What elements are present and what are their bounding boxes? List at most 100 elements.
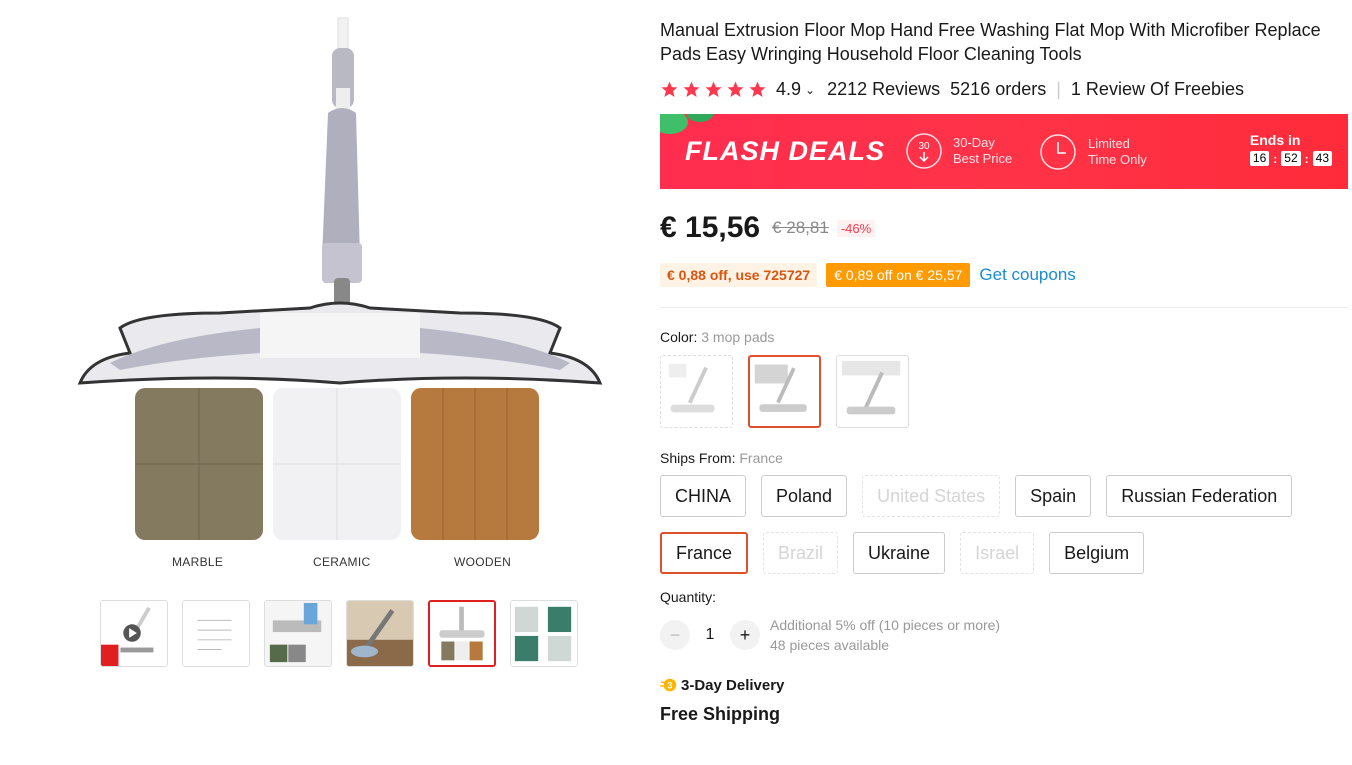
use-thumbnail-image [347,601,413,666]
original-price: € 28,81 [772,218,829,237]
rating-row: 4.9 ⌄ 2212 Reviews 5216 orders | 1 Revie… [660,79,1348,100]
quantity-stepper: − 1 + Additional 5% off (10 pieces or mo… [660,615,1348,655]
pads-thumbnail-image [265,601,331,666]
countdown-seconds: 43 [1312,151,1332,166]
ship-option-belgium[interactable]: Belgium [1049,532,1145,574]
best-price-feature: 30 30-Day Best Price [905,132,1012,170]
color-value: 3 mop pads [701,329,775,345]
countdown-minutes: 52 [1281,151,1301,166]
video-thumbnail-image [101,601,167,666]
ship-option-russian-federation[interactable]: Russian Federation [1106,475,1293,517]
product-info: Manual Extrusion Floor Mop Hand Free Was… [660,18,1348,725]
flash-deals-title: FLASH DEALS [685,136,885,166]
limited-time-feature: Limited Time Only [1038,132,1147,172]
dimensions-thumbnail-image [183,601,249,666]
coupon-row: € 0,88 off, use 725727 € 0,89 off on € 2… [660,263,1348,287]
product-page: MARBLE CERAMIC WOODEN Manual Extrusion F… [0,0,1352,765]
limited-time-line1: Limited [1088,136,1130,151]
ship-option-china[interactable]: CHINA [660,475,747,517]
best-price-line1: 30-Day [953,135,995,150]
quantity-input[interactable]: 1 [690,626,730,644]
star-icon [683,81,700,98]
color-option-3[interactable] [836,355,909,428]
ships-from-value: France [739,450,783,466]
ship-option-ukraine[interactable]: Ukraine [853,532,946,574]
ship-option-spain[interactable]: Spain [1015,475,1092,517]
delivery-icon: 3 [660,678,677,692]
reviews-link[interactable]: 2212 Reviews [827,79,940,100]
ship-option-israel[interactable]: Israel [960,532,1035,574]
ship-option-poland[interactable]: Poland [761,475,848,517]
color-label: Color: 3 mop pads [660,329,1348,345]
get-coupons-link[interactable]: Get coupons [979,265,1075,285]
floor-label-ceramic: CERAMIC [313,555,371,569]
store-coupon[interactable]: € 0,89 off on € 25,57 [826,263,971,287]
quantity-label: Quantity: [660,589,717,605]
star-icon [661,81,678,98]
delivery-badge: 3 3-Day Delivery [660,676,1348,694]
thumbnail-use[interactable] [346,600,414,667]
quantity-increase-button[interactable]: + [730,620,760,650]
ships-from-row: CHINA Poland United States Spain Russian… [660,475,1348,517]
color-option-2-image [754,364,807,412]
price-guarantee-days: 30 [918,141,930,152]
colon-separator: : [1273,151,1278,166]
price-guarantee-icon: 30 [906,133,942,169]
star-icon [749,81,766,98]
ship-option-france[interactable]: France [660,532,749,574]
thumbnail-dimensions[interactable] [182,600,250,667]
divider [660,307,1348,308]
color-option-3-image [841,360,901,415]
rating-value[interactable]: 4.9 [776,79,801,100]
floor-label-marble: MARBLE [172,555,224,569]
color-option-1[interactable] [660,355,733,428]
current-price: € 15,56 [660,211,761,244]
rating-stars[interactable] [660,80,767,99]
steps-thumbnail-image [511,601,577,666]
free-shipping: Free Shipping [660,704,781,724]
delivery-text: 3-Day Delivery [681,676,785,694]
ship-option-brazil[interactable]: Brazil [763,532,839,574]
star-icon [727,81,744,98]
thumbnail-pads[interactable] [264,600,332,667]
code-coupon[interactable]: € 0,88 off, use 725727 [660,263,818,287]
color-options [660,355,1348,428]
ship-option-united-states[interactable]: United States [862,475,1001,517]
ships-from-options: CHINA Poland United States Spain Russian… [660,475,1348,574]
clock-icon [1040,134,1076,170]
best-price-line2: Best Price [953,151,1013,166]
ends-in-label: Ends in [1249,132,1301,148]
countdown-hours: 16 [1249,151,1270,166]
color-option-2[interactable] [748,355,821,428]
main-product-image[interactable] [60,8,620,588]
thumbnail-floors[interactable] [428,600,496,667]
countdown: Ends in 16 : 52 : 43 [1249,132,1332,166]
chevron-down-icon[interactable]: ⌄ [805,83,815,97]
ships-from-row: France Brazil Ukraine Israel Belgium [660,532,1348,574]
svg-text:3: 3 [667,681,672,691]
limited-time-line2: Time Only [1088,152,1147,167]
flash-deals-banner: FLASH DEALS 30 30-Day Best Price Limited… [660,114,1348,189]
bulk-discount-note: Additional 5% off (10 pieces or more) [770,617,1001,633]
thumbnail-video[interactable] [100,600,168,667]
orders-count: 5216 orders [950,79,1047,99]
mop-illustration [77,17,603,540]
star-icon [705,81,722,98]
price-row: € 15,56 € 28,81 -46% [660,211,1348,245]
limited-time-text: Limited Time Only [1088,136,1147,168]
color-option-1-image [668,363,715,413]
thumbnail-steps[interactable] [510,600,578,667]
stock-available: 48 pieces available [770,637,890,653]
ships-from-label: Ships From: France [660,450,1348,466]
quantity-decrease-button[interactable]: − [660,620,690,650]
floor-label-wooden: WOODEN [454,555,512,569]
thumbnail-strip [100,600,578,667]
colon-separator: : [1304,151,1309,166]
freebies-link[interactable]: 1 Review Of Freebies [1071,79,1244,100]
product-title: Manual Extrusion Floor Mop Hand Free Was… [660,20,1321,64]
quantity-note: Additional 5% off (10 pieces or more) 48… [770,615,1000,655]
discount-badge: -46% [836,219,876,237]
ships-from-label-text: Ships From: [660,450,736,466]
countdown-timer: 16 : 52 : 43 [1249,151,1332,166]
floors-thumbnail-image [430,602,494,665]
